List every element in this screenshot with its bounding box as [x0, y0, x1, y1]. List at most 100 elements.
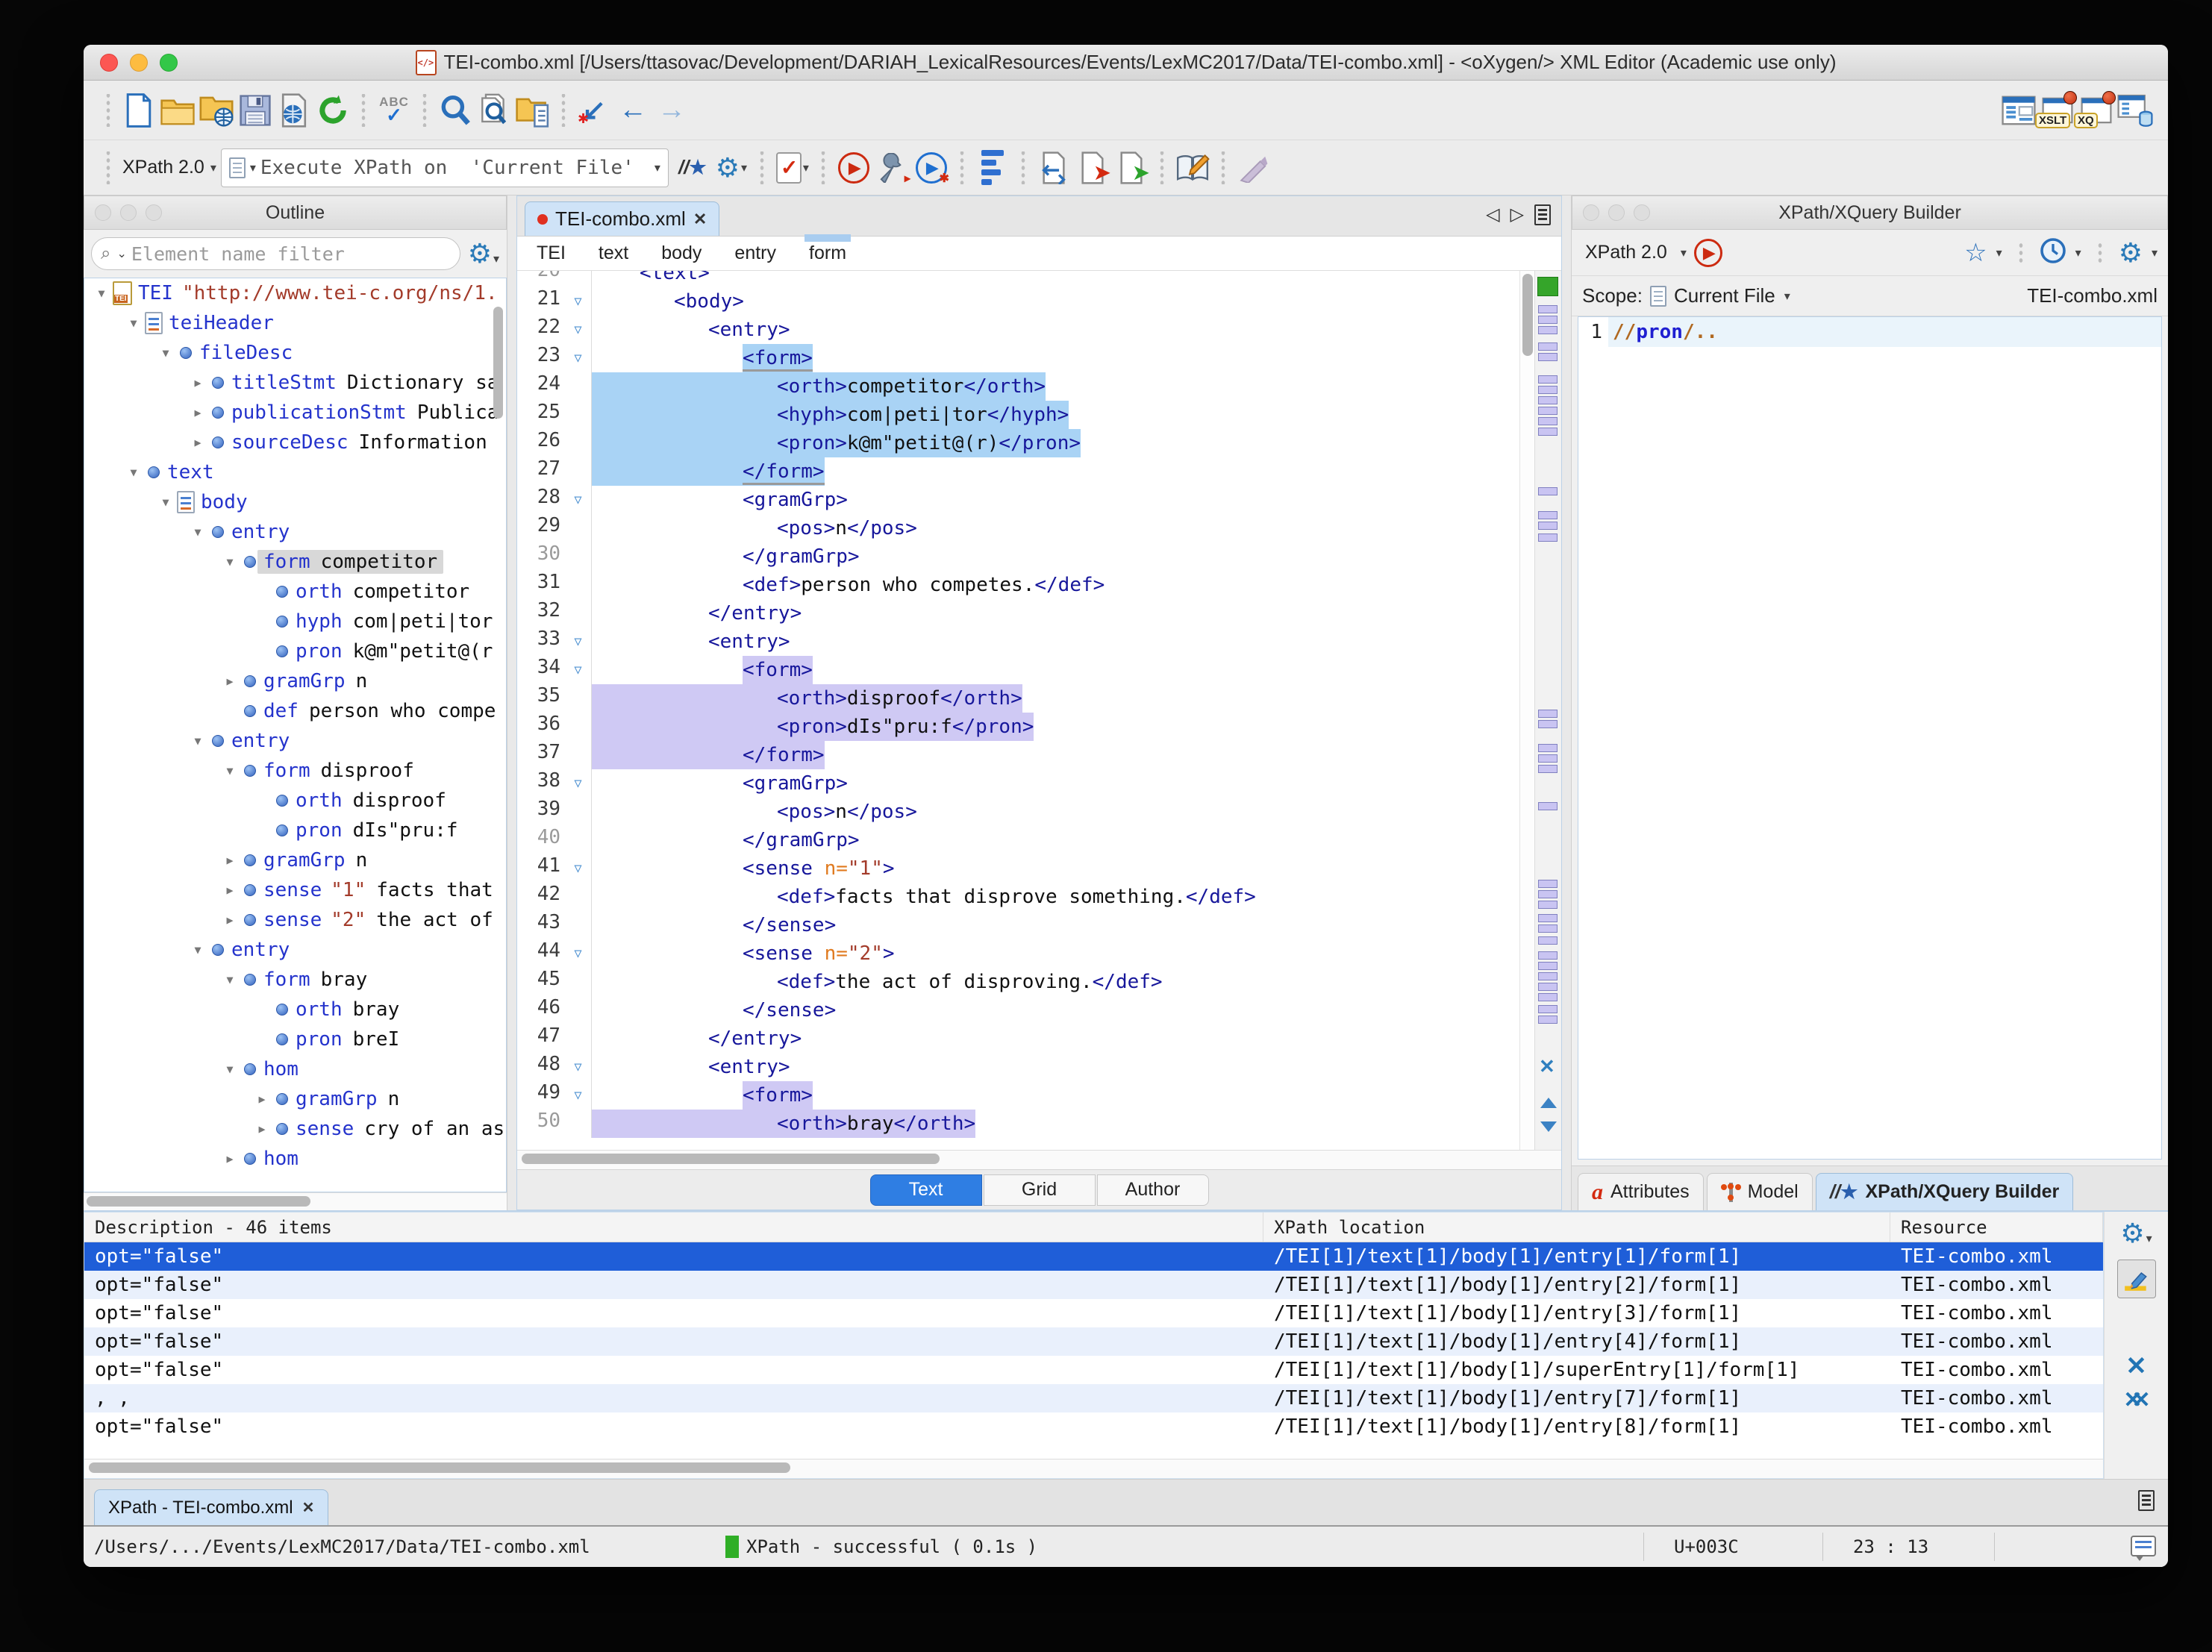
code-line-42[interactable]: 42 <def>facts that disprove something.</d… — [517, 883, 1519, 911]
apply-transformation-button[interactable]: ▶ — [834, 148, 873, 187]
collapse-icon[interactable]: ▼ — [219, 555, 241, 569]
outline-item-TEI[interactable]: ▼ TEI"http://www.tei-c.org/ns/1. — [84, 278, 506, 308]
outline-item-hom[interactable]: ▼ hom — [84, 1054, 506, 1084]
mode-button-author[interactable]: Author — [1096, 1174, 1209, 1206]
edit-book-icon[interactable] — [1173, 148, 1212, 187]
code-line-27[interactable]: 27 </form> — [517, 457, 1519, 486]
breadcrumb-item-form[interactable]: form — [804, 234, 852, 264]
code-line-26[interactable]: 26 <pron>k@m"petit@(r)</pron> — [517, 429, 1519, 457]
xpath-settings-gear-icon[interactable]: ⚙ ▾ — [712, 148, 751, 187]
mode-button-text[interactable]: Text — [869, 1174, 982, 1206]
fold-toggle-icon[interactable]: ▽ — [565, 628, 592, 656]
database-perspective-icon[interactable] — [2116, 91, 2155, 130]
outline-item-text[interactable]: ▼ text — [84, 457, 506, 487]
previous-marker-icon[interactable] — [1540, 1098, 1557, 1108]
close-view-icon[interactable]: ✕ — [302, 1498, 315, 1517]
xpath-match-marker[interactable] — [1538, 1005, 1558, 1013]
outline-item-pron[interactable]: pron breI — [84, 1024, 506, 1054]
xpath-match-marker[interactable] — [1538, 802, 1558, 810]
remove-result-icon[interactable]: ✕ — [2125, 1354, 2147, 1379]
debug-xslt-icon[interactable]: XSLT — [2035, 90, 2077, 130]
expand-icon[interactable]: ▶ — [187, 406, 209, 419]
editor-list-icon[interactable] — [1534, 204, 1551, 225]
xpath-match-marker[interactable] — [1538, 936, 1558, 945]
xpath-match-marker[interactable] — [1538, 326, 1558, 334]
breadcrumb-item-TEI[interactable]: TEI — [537, 243, 566, 264]
outline-item-sense[interactable]: ▶ sense "2" the act of — [84, 905, 506, 935]
views-list-icon[interactable] — [2138, 1490, 2155, 1511]
expand-icon[interactable]: ▶ — [187, 436, 209, 449]
fold-toggle-icon[interactable]: ▽ — [565, 656, 592, 684]
builder-panel-header[interactable]: XPath/XQuery Builder — [1572, 195, 2168, 230]
outline-item-gramGrp[interactable]: ▶ gramGrp n — [84, 666, 506, 696]
expand-icon[interactable]: ▶ — [219, 675, 241, 688]
code-line-28[interactable]: 28 ▽ <gramGrp> — [517, 486, 1519, 514]
tab-xpath-results-view[interactable]: XPath - TEI-combo.xml ✕ — [94, 1489, 329, 1525]
code-line-33[interactable]: 33 ▽ <entry> — [517, 628, 1519, 656]
execute-xpath-button[interactable]: ▶ — [1693, 238, 1722, 267]
outline-item-publicationStmt[interactable]: ▶ publicationStmt Publica — [84, 398, 506, 428]
collapse-icon[interactable]: ▼ — [122, 316, 145, 330]
result-row[interactable]: opt="false" /TEI[1]/text[1]/body[1]/entry… — [84, 1299, 2103, 1327]
fold-toggle-icon[interactable]: ▽ — [565, 939, 592, 968]
xpath-match-marker[interactable] — [1538, 342, 1558, 351]
xpath-match-marker[interactable] — [1538, 754, 1558, 763]
outline-item-orth[interactable]: orth disproof — [84, 786, 506, 816]
xpath-match-marker[interactable] — [1538, 880, 1558, 888]
code-line-30[interactable]: 30 </gramGrp> — [517, 542, 1519, 571]
collapse-icon[interactable]: ▼ — [154, 495, 177, 509]
forward-icon[interactable]: → — [652, 91, 691, 130]
outline-item-gramGrp[interactable]: ▶ gramGrp n — [84, 845, 506, 875]
editor-vertical-scrollbar[interactable] — [1519, 271, 1534, 1150]
favorites-star-icon[interactable]: ☆ — [1964, 238, 1987, 268]
fold-toggle-icon[interactable]: ▽ — [565, 854, 592, 883]
fold-toggle-icon[interactable]: ▽ — [565, 769, 592, 798]
code-line-47[interactable]: 47 </entry> — [517, 1024, 1519, 1053]
outline-item-entry[interactable]: ▼ entry — [84, 726, 506, 756]
xpath-match-marker[interactable] — [1538, 386, 1558, 394]
tab-attributes[interactable]: a Attributes — [1578, 1173, 1704, 1210]
xpath-match-marker[interactable] — [1538, 353, 1558, 361]
xml-refactoring-icon[interactable] — [1034, 148, 1073, 187]
xpath-match-marker[interactable] — [1538, 890, 1558, 898]
xpath-match-marker[interactable] — [1538, 417, 1558, 425]
check-wellformedness-icon[interactable]: ➤ — [1112, 148, 1151, 187]
code-line-38[interactable]: 38 ▽ <gramGrp> — [517, 769, 1519, 798]
element-filter-box[interactable]: ⌕ ⌄ — [91, 237, 460, 270]
code-line-37[interactable]: 37 </form> — [517, 741, 1519, 769]
next-marker-icon[interactable] — [1540, 1121, 1557, 1132]
outline-item-gramGrp[interactable]: ▶ gramGrp n — [84, 1084, 506, 1114]
outline-item-hyph[interactable]: hyph com|peti|tor — [84, 607, 506, 636]
element-name-filter-input[interactable] — [131, 243, 451, 265]
code-line-43[interactable]: 43 </sense> — [517, 911, 1519, 939]
result-row[interactable]: opt="false" /TEI[1]/text[1]/body[1]/super… — [84, 1356, 2103, 1384]
code-line-44[interactable]: 44 ▽ <sense n="2"> — [517, 939, 1519, 968]
save-to-url-button[interactable] — [275, 91, 313, 130]
zoom-window-button[interactable] — [160, 53, 178, 72]
xpath-match-marker[interactable] — [1538, 710, 1558, 718]
collapse-icon[interactable]: ▼ — [219, 973, 241, 986]
debug-xquery-icon[interactable]: XQ — [2074, 90, 2116, 130]
tab-xpath-xquery-builder[interactable]: //★ XPath/XQuery Builder — [1815, 1173, 2074, 1210]
outline-item-sourceDesc[interactable]: ▶ sourceDesc Information — [84, 428, 506, 457]
format-indent-icon[interactable] — [973, 148, 1012, 187]
code-line-50[interactable]: 50 <orth>bray</orth> — [517, 1110, 1519, 1138]
reload-icon[interactable] — [313, 91, 352, 130]
remove-all-results-icon[interactable]: ✕✕ — [2123, 1389, 2150, 1412]
expand-icon[interactable]: ▶ — [219, 854, 241, 867]
code-line-24[interactable]: 24 <orth>competitor</orth> — [517, 372, 1519, 401]
collapse-icon[interactable]: ▼ — [187, 943, 209, 957]
collapse-icon[interactable]: ▼ — [187, 734, 209, 748]
validate-document-button[interactable]: ▾ — [773, 148, 812, 187]
xpath-builder-toggle-icon[interactable]: //★ — [673, 148, 712, 187]
column-description[interactable]: Description - 46 items — [84, 1213, 1263, 1242]
expand-icon[interactable]: ▶ — [187, 376, 209, 389]
minimize-window-button[interactable] — [130, 53, 148, 72]
result-row[interactable]: opt="false" /TEI[1]/text[1]/body[1]/entry… — [84, 1412, 2103, 1441]
code-line-22[interactable]: 22 ▽ <entry> — [517, 316, 1519, 344]
builder-xpath-version-dropdown[interactable]: XPath 2.0 — [1585, 242, 1667, 263]
mode-button-grid[interactable]: Grid — [983, 1174, 1096, 1206]
code-line-39[interactable]: 39 <pos>n</pos> — [517, 798, 1519, 826]
xpath-match-marker[interactable] — [1538, 396, 1558, 404]
xpath-match-marker[interactable] — [1538, 765, 1558, 773]
